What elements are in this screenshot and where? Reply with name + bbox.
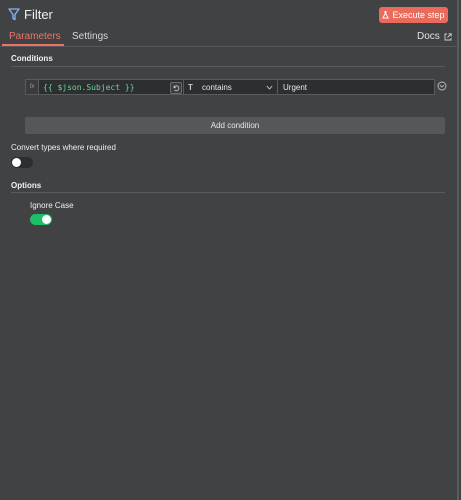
remove-circle-icon[interactable] — [437, 81, 447, 91]
options-divider — [11, 192, 445, 193]
tab-bar: Parameters Settings Docs — [0, 30, 459, 47]
operator-label: contains — [202, 82, 232, 92]
right-value-input[interactable]: Urgent — [278, 79, 435, 95]
docs-link[interactable]: Docs — [417, 31, 452, 42]
active-tab-indicator — [2, 44, 64, 46]
tab-parameters[interactable]: Parameters — [9, 31, 61, 42]
left-value-input[interactable]: {{ $json.Subject }} — [39, 79, 184, 95]
expression-mode-badge: fx — [25, 79, 39, 95]
condition-row: fx {{ $json.Subject }} T contains Urgent — [25, 79, 435, 95]
toggle-knob — [12, 158, 21, 167]
execute-step-button[interactable]: Execute step — [379, 7, 448, 23]
execute-step-label: Execute step — [392, 10, 445, 20]
node-panel: Filter Execute step Parameters Settings … — [0, 0, 459, 500]
external-link-icon — [444, 32, 452, 40]
options-heading: Options — [11, 181, 42, 190]
flask-icon — [382, 11, 390, 19]
docs-label: Docs — [417, 31, 440, 42]
convert-types-toggle[interactable] — [11, 157, 33, 168]
ignore-case-label: Ignore Case — [30, 201, 74, 210]
node-title: Filter — [24, 7, 53, 22]
filter-icon — [8, 8, 20, 21]
panel-header: Filter Execute step — [0, 0, 459, 30]
convert-types-label: Convert types where required — [11, 143, 116, 152]
operator-select[interactable]: T contains — [184, 79, 278, 95]
string-type-icon: T — [188, 82, 193, 92]
toggle-knob — [42, 215, 51, 224]
conditions-divider — [11, 66, 445, 67]
conditions-heading: Conditions — [11, 54, 53, 63]
swap-values-button[interactable] — [170, 82, 182, 94]
chevron-down-icon — [266, 85, 273, 90]
add-condition-button[interactable]: Add condition — [25, 117, 445, 134]
swap-icon — [173, 84, 179, 91]
tab-settings[interactable]: Settings — [72, 31, 108, 42]
ignore-case-toggle[interactable] — [30, 214, 52, 225]
